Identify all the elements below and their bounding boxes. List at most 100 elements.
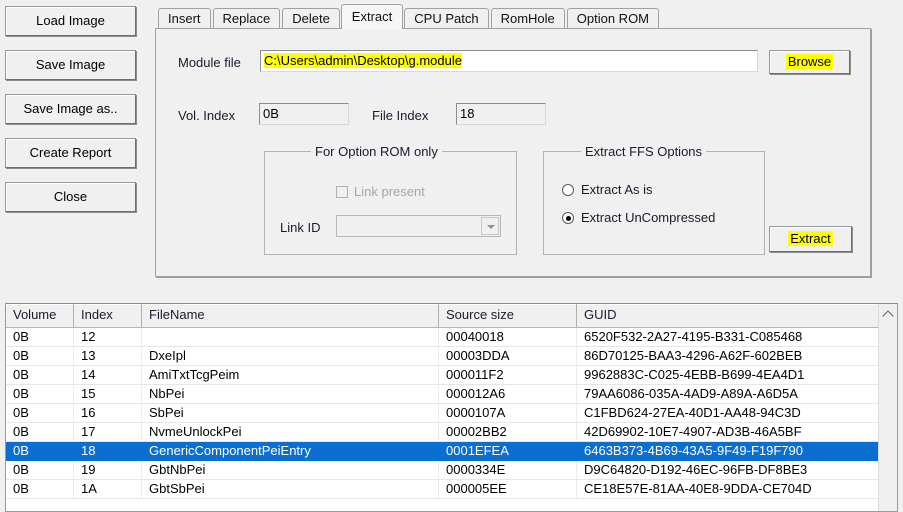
cell-guid: 42D69902-10E7-4907-AD3B-46A5BF — [584, 424, 802, 439]
cell-guid: D9C64820-D192-46EC-96FB-DF8BE3 — [584, 462, 808, 477]
file-index-input[interactable]: 18 — [456, 103, 546, 125]
extract-ffs-options-title: Extract FFS Options — [581, 144, 707, 159]
list-header-row: Volume Index FileName Source size GUID — [6, 304, 897, 328]
cell-filename: SbPei — [142, 404, 439, 422]
cell-source-size: 00003DDA — [439, 347, 577, 365]
table-row[interactable]: 0B 19 GbtNbPei 0000334E D9C64820-D192-46EC-9… — [6, 461, 897, 480]
option-rom-group-title: For Option ROM only — [311, 144, 442, 159]
cell-volume: 0B — [6, 480, 74, 498]
save-image-button[interactable]: Save Image — [5, 50, 136, 80]
browse-button-label: Browse — [785, 54, 834, 69]
tab-extract[interactable]: Extract — [340, 4, 404, 29]
table-row[interactable]: 0B 13 DxeIpl 00003DDA 86D70125-BAA3-4296-A62… — [6, 347, 897, 366]
tab-replace[interactable]: Replace — [212, 8, 281, 29]
scroll-up-arrow-icon[interactable] — [879, 304, 897, 322]
tab-option-rom[interactable]: Option ROM — [566, 8, 660, 29]
cell-guid: 6520F532-2A27-4195-B331-C085468 — [584, 329, 803, 344]
cell-volume: 0B — [6, 423, 74, 441]
table-row[interactable]: 0B 15 NbPei 000012A6 79AA6086-035A-4AD9-A89A… — [6, 385, 897, 404]
column-header-volume[interactable]: Volume — [6, 304, 74, 327]
cell-source-size: 00040018 — [439, 328, 577, 346]
cell-volume: 0B — [6, 404, 74, 422]
cell-filename: GbtNbPei — [142, 461, 439, 479]
module-file-label: Module file — [178, 55, 241, 70]
column-header-index[interactable]: Index — [74, 304, 142, 327]
cell-filename: GenericComponentPeiEntry — [149, 443, 311, 458]
table-row[interactable]: 0B 14 AmiTxtTcgPeim 000011F2 9962883C-C025-4… — [6, 366, 897, 385]
cell-source-size: 0001EFEA — [446, 443, 509, 458]
cell-source-size: 000011F2 — [439, 366, 577, 384]
cell-index: 16 — [74, 404, 142, 422]
browse-button[interactable]: Browse — [769, 50, 850, 74]
tab-control: Insert Replace Delete Extract CPU Patch … — [155, 4, 871, 277]
cell-source-size: 000012A6 — [439, 385, 577, 403]
link-present-checkbox[interactable]: Link present — [336, 184, 425, 199]
extract-tab-page: Module file C:\Users\admin\Desktop\g.mod… — [155, 28, 871, 277]
extract-ffs-options-group: Extract FFS Options Extract As is Extrac… — [543, 144, 765, 255]
radio-extract-uncompressed-label: Extract UnCompressed — [581, 210, 716, 225]
cell-index: 18 — [81, 443, 96, 458]
cell-guid: C1FBD624-27EA-40D1-AA48-94C3D — [584, 405, 801, 420]
cell-volume: 0B — [13, 443, 29, 458]
column-header-guid[interactable]: GUID — [577, 304, 877, 327]
cell-source-size: 0000107A — [439, 404, 577, 422]
list-body: 0B 12 00040018 6520F532-2A27-4195-B331-C085… — [6, 328, 897, 499]
radio-extract-uncompressed[interactable]: Extract UnCompressed — [562, 210, 715, 225]
cell-guid: 79AA6086-035A-4AD9-A89A-A6D5A — [584, 386, 798, 401]
tab-romhole[interactable]: RomHole — [490, 8, 565, 29]
link-present-label: Link present — [354, 184, 425, 199]
vol-index-input[interactable]: 0B — [259, 103, 349, 125]
column-header-source-size[interactable]: Source size — [439, 304, 577, 327]
link-id-combobox[interactable] — [336, 215, 501, 237]
table-row-selected[interactable]: 0B 18 GenericComponentPeiEntry 0001EFEA 6463… — [6, 442, 897, 461]
cell-filename: NvmeUnlockPei — [142, 423, 439, 441]
tab-delete[interactable]: Delete — [282, 8, 340, 29]
file-index-label: File Index — [372, 108, 429, 123]
cell-filename: DxeIpl — [142, 347, 439, 365]
cell-filename: GbtSbPei — [142, 480, 439, 498]
table-row[interactable]: 0B 12 00040018 6520F532-2A27-4195-B331-C085… — [6, 328, 897, 347]
cell-volume: 0B — [6, 328, 74, 346]
tab-cpu-patch[interactable]: CPU Patch — [404, 8, 489, 29]
link-id-label: Link ID — [280, 220, 321, 235]
cell-volume: 0B — [6, 347, 74, 365]
cell-filename — [142, 328, 439, 346]
cell-source-size: 00002BB2 — [439, 423, 577, 441]
extract-button-label: Extract — [788, 231, 833, 246]
cell-index: 12 — [74, 328, 142, 346]
checkbox-box-icon — [336, 186, 348, 198]
module-list-view[interactable]: Volume Index FileName Source size GUID 0… — [5, 303, 898, 512]
cell-guid: CE18E57E-81AA-40E8-9DDA-CE704D — [584, 481, 812, 496]
list-vertical-scrollbar[interactable] — [878, 304, 897, 511]
module-file-input[interactable]: C:\Users\admin\Desktop\g.module — [260, 50, 758, 72]
column-header-filename[interactable]: FileName — [142, 304, 439, 327]
create-report-button[interactable]: Create Report — [5, 138, 136, 168]
save-image-as-button[interactable]: Save Image as.. — [5, 94, 136, 124]
table-row[interactable]: 0B 1A GbtSbPei 000005EE CE18E57E-81AA-40E8-9… — [6, 480, 897, 499]
tab-insert[interactable]: Insert — [158, 8, 211, 29]
cell-source-size: 000005EE — [439, 480, 577, 498]
cell-guid: 9962883C-C025-4EBB-B699-4EA4D1 — [584, 367, 805, 382]
radio-circle-icon — [562, 184, 574, 196]
cell-index: 1A — [74, 480, 142, 498]
option-rom-group: For Option ROM only Link present Link ID — [264, 144, 517, 255]
cell-filename: NbPei — [142, 385, 439, 403]
tab-strip: Insert Replace Delete Extract CPU Patch … — [155, 4, 871, 29]
load-image-button[interactable]: Load Image — [5, 6, 136, 36]
cell-index: 17 — [74, 423, 142, 441]
cell-index: 15 — [74, 385, 142, 403]
extract-button[interactable]: Extract — [769, 226, 852, 252]
cell-source-size: 0000334E — [439, 461, 577, 479]
command-button-panel: Load Image Save Image Save Image as.. Cr… — [5, 6, 136, 226]
chevron-down-icon[interactable] — [481, 217, 499, 235]
cell-volume: 0B — [6, 385, 74, 403]
cell-guid: 6463B373-4B69-43A5-9F49-F19F790 — [584, 443, 803, 458]
table-row[interactable]: 0B 16 SbPei 0000107A C1FBD624-27EA-40D1-AA48… — [6, 404, 897, 423]
radio-extract-as-is-label: Extract As is — [581, 182, 653, 197]
radio-extract-as-is[interactable]: Extract As is — [562, 182, 653, 197]
close-button[interactable]: Close — [5, 182, 136, 212]
table-row[interactable]: 0B 17 NvmeUnlockPei 00002BB2 42D69902-10E7-4… — [6, 423, 897, 442]
radio-circle-selected-icon — [562, 212, 574, 224]
cell-index: 19 — [74, 461, 142, 479]
cell-volume: 0B — [6, 461, 74, 479]
